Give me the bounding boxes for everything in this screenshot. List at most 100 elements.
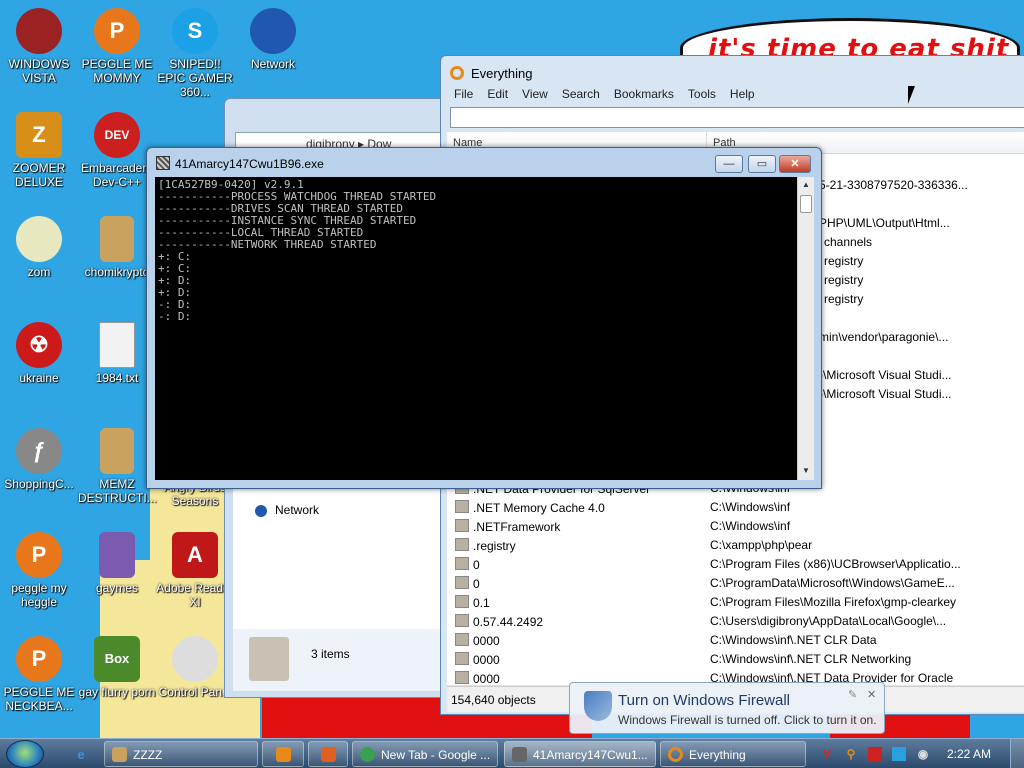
table-row[interactable]: 0 C:\ProgramData\Microsoft\Windows\GameE… <box>447 574 1024 593</box>
menu-tools[interactable]: Tools <box>681 85 723 105</box>
desktop-icon-label: chomikrypto <box>84 265 150 279</box>
desktop-icon-chomikrypto[interactable]: chomikrypto <box>78 216 156 279</box>
notification-title: Turn on Windows Firewall <box>618 692 790 709</box>
taskbar-button-console[interactable]: 41Amarcy147Cwu1... <box>504 741 656 767</box>
table-row[interactable]: .NETFramework C:\Windows\inf <box>447 517 1024 536</box>
table-row[interactable]: 0000 C:\Windows\inf\.NET CLR Networking <box>447 650 1024 669</box>
desktop-icon-memz[interactable]: MEMZ DESTRUCTI... <box>78 428 157 505</box>
chrome-icon <box>360 747 375 762</box>
minimize-button[interactable]: — <box>715 155 743 173</box>
radiation-icon: ☢ <box>16 322 62 368</box>
everything-menubar: File Edit View Search Bookmarks Tools He… <box>447 85 762 105</box>
row-name: 0.1 <box>455 595 490 610</box>
taskbar-button-everything[interactable]: Everything <box>660 741 806 767</box>
scroll-down-arrow-icon[interactable]: ▼ <box>802 466 810 475</box>
console-output[interactable]: [1CA527B9-0420] v2.9.1 -----------PROCESS… <box>155 177 797 480</box>
internet-explorer-icon[interactable]: e <box>70 743 92 765</box>
antivirus-tray-icon[interactable]: V <box>820 747 834 761</box>
display-tray-icon[interactable] <box>892 747 906 761</box>
desktop-icon-label: PEGGLE ME NECKBEA... <box>3 685 75 713</box>
flower-icon <box>16 216 62 262</box>
desktop-icon-peggle-me-mommy[interactable]: P PEGGLE ME MOMMY <box>78 8 156 85</box>
console-line: +: C: <box>158 250 192 263</box>
menu-help[interactable]: Help <box>723 85 762 105</box>
taskbar-button-media[interactable] <box>262 741 304 767</box>
desktop-icon-peggle-my-heggle[interactable]: P peggle my heggle <box>0 532 78 609</box>
desktop-icon-label: MEMZ DESTRUCTI... <box>78 477 157 505</box>
scroll-up-arrow-icon[interactable]: ▲ <box>802 180 810 189</box>
close-icon[interactable]: ✕ <box>867 688 876 701</box>
row-path: C:\Program Files\Mozilla Firefox\gmp-cle… <box>710 595 957 609</box>
row-name: 0000 <box>455 652 500 667</box>
table-row[interactable]: .NET Memory Cache 4.0 C:\Windows\inf <box>447 498 1024 517</box>
table-row[interactable]: 0.1 C:\Program Files\Mozilla Firefox\gmp… <box>447 593 1024 612</box>
row-name: 0 <box>455 576 480 591</box>
menu-bookmarks[interactable]: Bookmarks <box>607 85 681 105</box>
maximize-button[interactable]: ▭ <box>748 155 776 173</box>
console-window[interactable]: 41Amarcy147Cwu1B96.exe — ▭ ✕ [1CA527B9-0… <box>146 147 822 489</box>
table-row[interactable]: 0 C:\Program Files (x86)\UCBrowser\Appli… <box>447 555 1024 574</box>
devcpp-icon: DEV <box>94 112 140 158</box>
desktop-icon-shopping[interactable]: ƒ ShoppingC... <box>0 428 78 491</box>
network-icon <box>250 8 296 54</box>
desktop-icon-windows-vista[interactable]: WINDOWS VISTA <box>0 8 78 85</box>
desktop-icon-peggle-neckbeard[interactable]: P PEGGLE ME NECKBEA... <box>0 636 78 713</box>
desktop-icon-dev-cpp[interactable]: DEV Embarcadero Dev-C++ <box>78 112 156 189</box>
console-scrollbar[interactable]: ▲ ▼ <box>797 177 814 480</box>
desktop-icon-network[interactable]: Network <box>234 8 312 71</box>
flag-tray-icon[interactable] <box>868 747 882 761</box>
row-path: C:\xampp\php\pear <box>710 538 813 552</box>
skype-icon: S <box>172 8 218 54</box>
mouse-cursor-icon <box>908 86 915 104</box>
desktop-icon-label: peggle my heggle <box>11 581 67 609</box>
console-line: -----------NETWORK THREAD STARTED <box>158 238 377 251</box>
desktop-icon-control-panel[interactable]: Control Panel <box>156 636 234 699</box>
scrollbar-thumb[interactable] <box>800 195 812 213</box>
taskbar-button-label: 41Amarcy147Cwu1... <box>533 748 648 762</box>
everything-title: Everything <box>471 66 533 81</box>
script-icon <box>100 216 134 262</box>
taskbar-button-label: ZZZZ <box>133 748 163 762</box>
table-row[interactable]: 0.57.44.2492 C:\Users\digibrony\AppData\… <box>447 612 1024 631</box>
row-path: C:\ProgramData\Microsoft\Windows\GameE..… <box>710 576 955 590</box>
menu-edit[interactable]: Edit <box>480 85 515 105</box>
firewall-notification[interactable]: Turn on Windows Firewall Windows Firewal… <box>569 682 885 734</box>
taskbar-button-chrome[interactable]: New Tab - Google ... <box>352 741 498 767</box>
desktop-icon-gay-flurry[interactable]: Box gay flurry porn <box>78 636 156 699</box>
taskbar-clock[interactable]: 2:22 AM <box>947 747 991 761</box>
table-row[interactable]: 0000 C:\Windows\inf\.NET CLR Data <box>447 631 1024 650</box>
menu-search[interactable]: Search <box>555 85 607 105</box>
desktop-icon-label: Network <box>250 57 295 71</box>
desktop-icon-zom[interactable]: zom <box>0 216 78 279</box>
desktop-icon-gaymes[interactable]: gaymes <box>78 532 156 595</box>
row-name: 0 <box>455 557 480 572</box>
row-path: C:\Windows\inf <box>710 500 791 514</box>
pin-icon[interactable]: ✎ <box>848 688 857 701</box>
taskbar-button-zzzz[interactable]: ZZZZ <box>104 741 258 767</box>
volume-tray-icon[interactable]: ◉ <box>916 747 930 761</box>
explorer-nav-network[interactable]: Network <box>275 503 319 517</box>
explorer-nav-pane: Network <box>233 479 467 629</box>
desktop-icon-zoomer-deluxe[interactable]: Z ZOOMER DELUXE <box>0 112 78 189</box>
desktop-icon-label: SNIPED!! EPIC GAMER 360... <box>157 57 233 99</box>
menu-file[interactable]: File <box>447 85 480 105</box>
network-icon <box>255 505 267 517</box>
desktop-icon-label: gay flurry porn <box>78 685 156 699</box>
search-tray-icon[interactable]: ⚲ <box>844 747 858 761</box>
desktop-icon-adobe-reader[interactable]: A Adobe Reader XI <box>156 532 234 609</box>
start-button[interactable] <box>6 740 44 768</box>
desktop-icon-label: PEGGLE ME MOMMY <box>81 57 153 85</box>
console-line: +: D: <box>158 286 192 299</box>
close-button[interactable]: ✕ <box>779 155 811 173</box>
desktop-icon-label: ukraine <box>19 371 59 385</box>
desktop-icon-ukraine[interactable]: ☢ ukraine <box>0 322 78 385</box>
everything-search-input[interactable] <box>450 107 1024 128</box>
menu-view[interactable]: View <box>515 85 555 105</box>
desktop-icon-1984-txt[interactable]: 1984.txt <box>78 322 156 385</box>
table-row[interactable]: .registry C:\xampp\php\pear <box>447 536 1024 555</box>
taskbar-button-paint[interactable] <box>308 741 348 767</box>
box-game-icon: Box <box>94 636 140 682</box>
explorer-status-bar: 3 items <box>233 629 467 691</box>
show-desktop-button[interactable] <box>1010 739 1024 768</box>
desktop-icon-sniped[interactable]: S SNIPED!! EPIC GAMER 360... <box>156 8 234 99</box>
